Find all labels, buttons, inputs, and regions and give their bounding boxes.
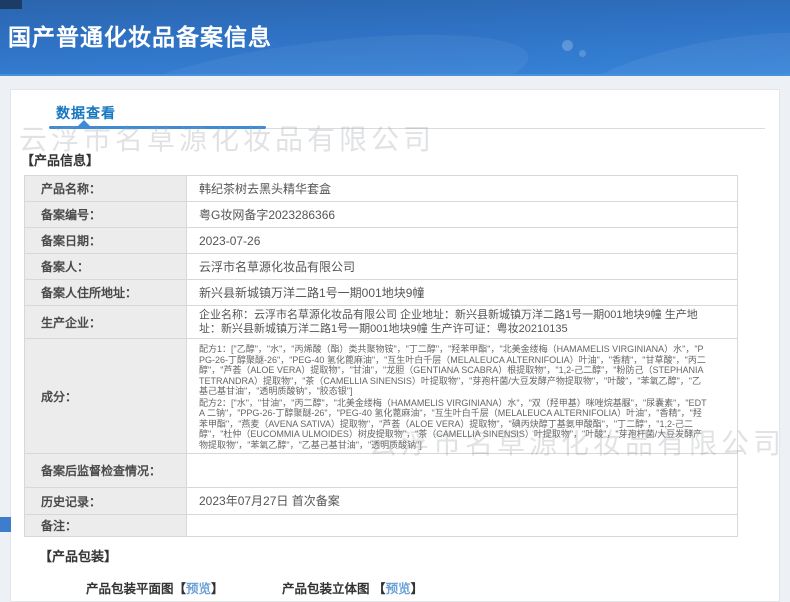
section-packaging-label: 【产品包装】: [39, 549, 118, 564]
row-value: [186, 514, 738, 537]
row-label: 备案日期：: [24, 227, 187, 254]
table-row-history: 历史记录： 2023年07月27日 首次备案: [24, 487, 738, 515]
section-product-info-label: 【产品信息】: [21, 153, 100, 168]
row-label: 生产企业：: [24, 305, 187, 339]
packaging-stereo-label: 产品包装立体图: [282, 582, 370, 596]
ingredients-formula1: 配方1：["乙醇"，"水"，"丙烯酸（酯）类共聚物铵"，"丁二醇"，"羟苯甲酯"…: [199, 344, 706, 396]
tab-bar: 数据查看: [11, 90, 779, 132]
row-value: 配方1：["乙醇"，"水"，"丙烯酸（酯）类共聚物铵"，"丁二醇"，"羟苯甲酯"…: [186, 338, 738, 454]
row-value: 2023-07-26: [186, 227, 738, 254]
bracket-text: 】: [211, 582, 224, 596]
row-label: 历史记录：: [24, 487, 187, 515]
table-row-product-name: 产品名称： 韩纪茶树去黑头精华套盒: [24, 175, 738, 202]
row-label: 备案人：: [24, 253, 187, 280]
row-label: 备案后监督检查情况：: [24, 453, 187, 488]
packaging-row: 产品包装平面图【预览】 产品包装立体图 【预览】: [86, 578, 779, 597]
row-value: 企业名称：云浮市名草源化妆品有限公司 企业地址：新兴县新城镇万洋二路1号一期00…: [186, 305, 738, 339]
row-label: 备案编号：: [24, 201, 187, 228]
bracket-text: 【: [373, 582, 386, 596]
header-corner-decoration: [0, 0, 22, 9]
page-title: 国产普通化妆品备案信息: [8, 24, 272, 50]
row-value: 云浮市名草源化妆品有限公司: [186, 253, 738, 280]
row-label: 备案人住所地址：: [24, 279, 187, 306]
packaging-stereo-item: 产品包装立体图 【预览】: [282, 582, 423, 596]
row-value: 韩纪茶树去黑头精华套盒: [186, 175, 738, 202]
table-row-remarks: 备注：: [24, 514, 738, 537]
table-row-filer-address: 备案人住所地址： 新兴县新城镇万洋二路1号一期001地块9幢: [24, 279, 738, 306]
ingredients-formula2: 配方2：["水"，"甘油"，"丙二醇"，"北美金缕梅（HAMAMELIS VIR…: [199, 397, 707, 450]
packaging-stereo-preview-link[interactable]: 预览: [386, 582, 411, 596]
table-row-supervision: 备案后监督检查情况：: [24, 453, 738, 488]
packaging-flat-label: 产品包装平面图: [86, 582, 174, 596]
row-value: [186, 453, 738, 488]
row-value: 新兴县新城镇万洋二路1号一期001地块9幢: [186, 279, 738, 306]
row-label: 产品名称：: [24, 175, 187, 202]
row-label: 成分：: [24, 338, 187, 454]
page-header: 国产普通化妆品备案信息: [0, 0, 790, 76]
row-value: 粤G妆网备字2023286366: [186, 201, 738, 228]
row-value: 2023年07月27日 首次备案: [186, 487, 738, 515]
content-card: 云浮市名草源化妆品有限公司 云浮市名草源化妆品有限公司 数据查看 【产品信息】 …: [10, 89, 780, 602]
tab-caret-icon: [77, 120, 91, 127]
tab-bar-divider: [266, 128, 765, 129]
table-row-filing-number: 备案编号： 粤G妆网备字2023286366: [24, 201, 738, 228]
header-band-decoration: [554, 12, 790, 74]
table-row-filing-date: 备案日期： 2023-07-26: [24, 227, 738, 254]
bracket-text: 】: [410, 582, 424, 596]
left-edge-marker[interactable]: [0, 517, 11, 532]
header-dot-decoration: [579, 50, 586, 57]
header-dot-decoration: [562, 40, 573, 51]
packaging-flat-preview-link[interactable]: 预览: [186, 582, 211, 596]
table-row-filer: 备案人： 云浮市名草源化妆品有限公司: [24, 253, 738, 280]
packaging-flat-item: 产品包装平面图【预览】: [86, 582, 227, 596]
product-info-table: 产品名称： 韩纪茶树去黑头精华套盒 备案编号： 粤G妆网备字2023286366…: [24, 175, 738, 537]
table-row-manufacturer: 生产企业： 企业名称：云浮市名草源化妆品有限公司 企业地址：新兴县新城镇万洋二路…: [24, 305, 738, 339]
row-label: 备注：: [24, 514, 187, 537]
bracket-text: 【: [173, 582, 187, 596]
table-row-ingredients: 成分： 配方1：["乙醇"，"水"，"丙烯酸（酯）类共聚物铵"，"丁二醇"，"羟…: [24, 338, 738, 454]
